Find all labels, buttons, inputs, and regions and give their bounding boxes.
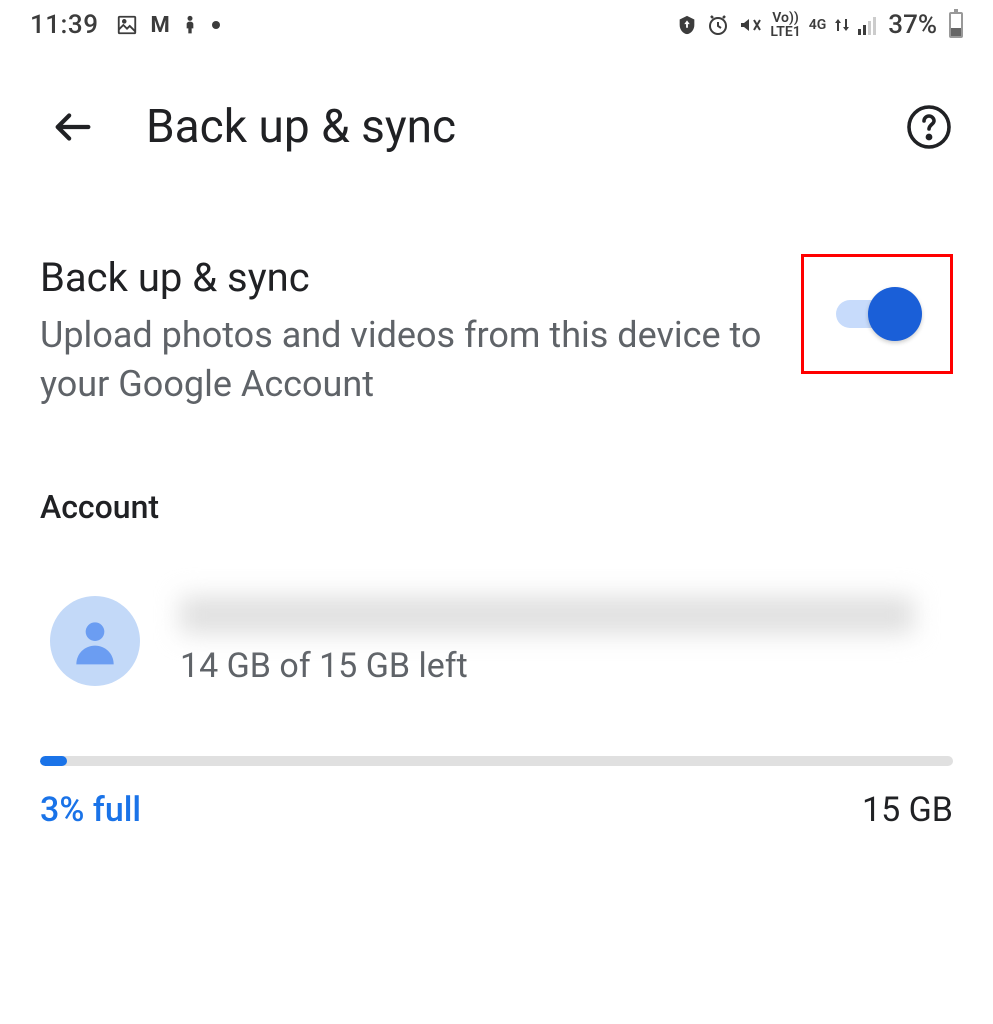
storage-progress-section: 3% full 15 GB: [0, 716, 993, 850]
status-bar-left: 11:39 M: [30, 10, 220, 40]
update-icon: [676, 14, 698, 36]
battery-percent-text: 37%: [888, 10, 937, 40]
back-button[interactable]: [50, 104, 96, 150]
data-arrows-icon: [834, 15, 850, 35]
setting-description: Upload photos and videos from this devic…: [40, 311, 771, 408]
account-info: 14 GB of 15 GB left: [180, 596, 953, 686]
page-title: Back up & sync: [146, 100, 855, 154]
backup-sync-toggle[interactable]: [832, 287, 922, 341]
status-bar: 11:39 M Vo)) LTE1 4G 37%: [0, 0, 993, 50]
setting-title: Back up & sync: [40, 254, 771, 301]
network-4g-indicator: 4G: [809, 18, 827, 32]
more-notifications-dot: [212, 21, 220, 29]
accessibility-icon: [180, 14, 200, 36]
storage-progress-fill: [40, 756, 67, 766]
storage-percent-full: 3% full: [40, 790, 141, 830]
storage-progress-labels: 3% full 15 GB: [40, 790, 953, 830]
storage-progress-bar: [40, 756, 953, 766]
mute-icon: [738, 13, 762, 37]
backup-sync-setting-row: Back up & sync Upload photos and videos …: [0, 174, 993, 448]
status-time: 11:39: [30, 10, 98, 40]
help-button[interactable]: [905, 103, 953, 151]
setting-text: Back up & sync Upload photos and videos …: [40, 254, 771, 408]
signal-icon: [858, 15, 880, 35]
image-icon: [116, 14, 138, 36]
volte-indicator: Vo)) LTE1: [770, 11, 800, 39]
avatar: [50, 596, 140, 686]
app-bar: Back up & sync: [0, 50, 993, 174]
storage-total: 15 GB: [862, 790, 953, 830]
battery-icon: [949, 12, 963, 38]
account-email-redacted: [180, 596, 914, 634]
gmail-icon: M: [150, 13, 167, 38]
status-bar-right: Vo)) LTE1 4G 37%: [676, 10, 963, 40]
account-row[interactable]: 14 GB of 15 GB left: [0, 546, 993, 716]
alarm-icon: [706, 13, 730, 37]
toggle-highlight-box: [801, 254, 953, 374]
account-storage-text: 14 GB of 15 GB left: [180, 646, 953, 686]
account-section-header: Account: [0, 448, 993, 546]
